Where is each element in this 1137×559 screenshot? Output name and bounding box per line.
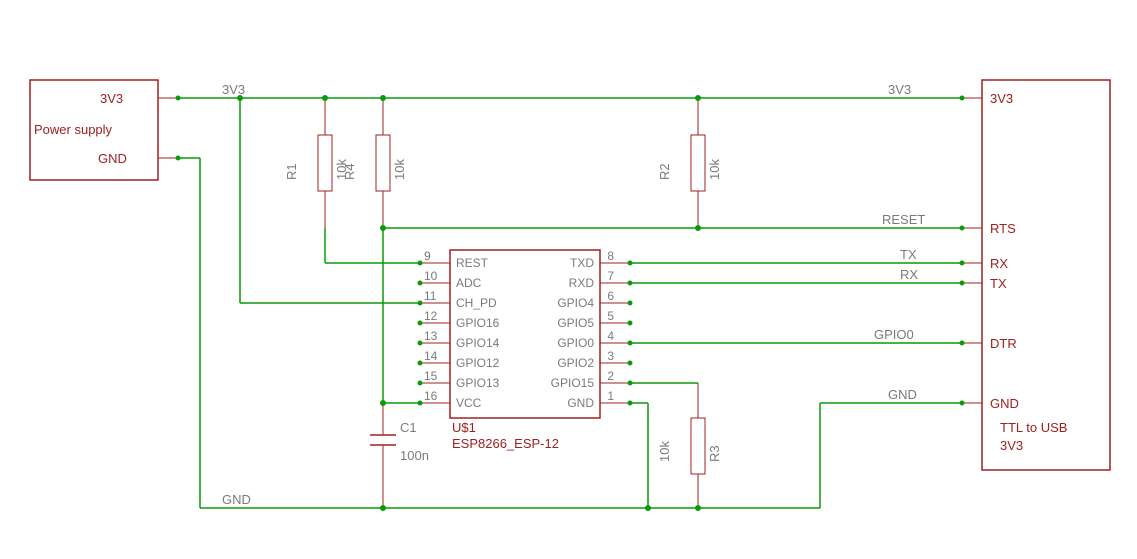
ttl-pin-dtr: DTR: [990, 336, 1017, 351]
r2-value: 10k: [707, 159, 722, 180]
r4-name: R4: [342, 163, 357, 180]
ic-pin-num: 1: [607, 389, 614, 403]
ttl-usb-sub: 3V3: [1000, 438, 1023, 453]
ic-pin-num: 16: [424, 389, 438, 403]
ic-pins-left: 9 REST 10 ADC 11 CH_PD 12 GPIO16 13 GPIO14 14 GPIO1…: [418, 249, 500, 410]
ps-pin-3v3: 3V3: [100, 91, 123, 106]
r1-name: R1: [284, 163, 299, 180]
net-3v3-left: 3V3: [222, 82, 245, 97]
ic-pin-num: 12: [424, 309, 438, 323]
c1-name: C1: [400, 420, 417, 435]
ps-pin-gnd: GND: [98, 151, 127, 166]
ic-pin-num: 9: [424, 249, 431, 263]
ttl-pin-3v3: 3V3: [990, 91, 1013, 106]
ic-pin-name: GPIO12: [456, 356, 500, 370]
capacitor-c1: C1 100n: [370, 403, 429, 508]
ic-pin-name: TXD: [570, 256, 594, 270]
ic-pin-num: 7: [607, 269, 614, 283]
ic-pin-num: 3: [607, 349, 614, 363]
ic-pin-name: GPIO13: [456, 376, 500, 390]
ic-pin-name: VCC: [456, 396, 482, 410]
ic-pin-num: 15: [424, 369, 438, 383]
ic-ref: U$1: [452, 420, 476, 435]
ic-pin-name: GPIO15: [551, 376, 595, 390]
ic-pin-name: GPIO14: [456, 336, 500, 350]
net-3v3-right: 3V3: [888, 82, 911, 97]
ic-pin-num: 11: [424, 289, 437, 303]
ic-pin-num: 14: [424, 349, 438, 363]
ttl-pin-tx: TX: [990, 276, 1007, 291]
net-tx: TX: [900, 247, 917, 262]
net-gnd-left: GND: [222, 492, 251, 507]
ttl-usb-title: TTL to USB: [1000, 420, 1067, 435]
ic-pin-num: 4: [607, 329, 614, 343]
net-rx: RX: [900, 267, 918, 282]
ic-pin-num: 2: [607, 369, 614, 383]
ic-pin-num: 10: [424, 269, 438, 283]
net-gpio0: GPIO0: [874, 327, 914, 342]
ttl-pin-gnd: GND: [990, 396, 1019, 411]
r4-value: 10k: [392, 159, 407, 180]
r3-name: R3: [707, 445, 722, 462]
ic-pin-name: GND: [567, 396, 594, 410]
ic-pin-name: CH_PD: [456, 296, 497, 310]
net-gnd-right: GND: [888, 387, 917, 402]
ic-pin-name: GPIO5: [557, 316, 594, 330]
ic-part: ESP8266_ESP-12: [452, 436, 559, 451]
ic-pin-name: REST: [456, 256, 489, 270]
power-supply-block: Power supply 3V3 GND: [30, 80, 180, 180]
resistor-r2: R2 10k: [657, 98, 722, 228]
ic-pins-right: 8 TXD 7 RXD 6 GPIO4 5 GPIO5 4 GPIO0 3 GPIO2 2 GPIO15 1…: [551, 249, 632, 410]
ic-pin-num: 13: [424, 329, 438, 343]
ic-pin-num: 6: [607, 289, 614, 303]
net-reset: RESET: [882, 212, 925, 227]
ttl-usb-block: TTL to USB 3V3 3V3 RTS RX TX DTR GND: [960, 80, 1110, 470]
resistor-r3: 10k R3: [657, 383, 722, 508]
r3-value: 10k: [657, 441, 672, 462]
r2-name: R2: [657, 163, 672, 180]
ic-pin-name: GPIO2: [557, 356, 594, 370]
ic-esp8266: U$1 ESP8266_ESP-12 9REST10ADC11CH_PD12GP…: [418, 249, 632, 451]
ic-pin-name: GPIO0: [557, 336, 594, 350]
ic-pin-name: ADC: [456, 276, 482, 290]
ic-pin-name: GPIO16: [456, 316, 500, 330]
ic-pin-name: RXD: [569, 276, 595, 290]
ttl-pin-rx: RX: [990, 256, 1008, 271]
resistor-r1: R1 10k: [284, 98, 349, 228]
schematic-canvas: Power supply 3V3 GND TTL to USB 3V3 3V3 …: [0, 0, 1137, 559]
ttl-pin-rts: RTS: [990, 221, 1016, 236]
c1-value: 100n: [400, 448, 429, 463]
ic-pin-name: GPIO4: [557, 296, 594, 310]
ic-pin-num: 8: [607, 249, 614, 263]
resistor-r4: R4 10k: [342, 98, 407, 228]
ic-pin-num: 5: [607, 309, 614, 323]
power-supply-title: Power supply: [34, 122, 113, 137]
